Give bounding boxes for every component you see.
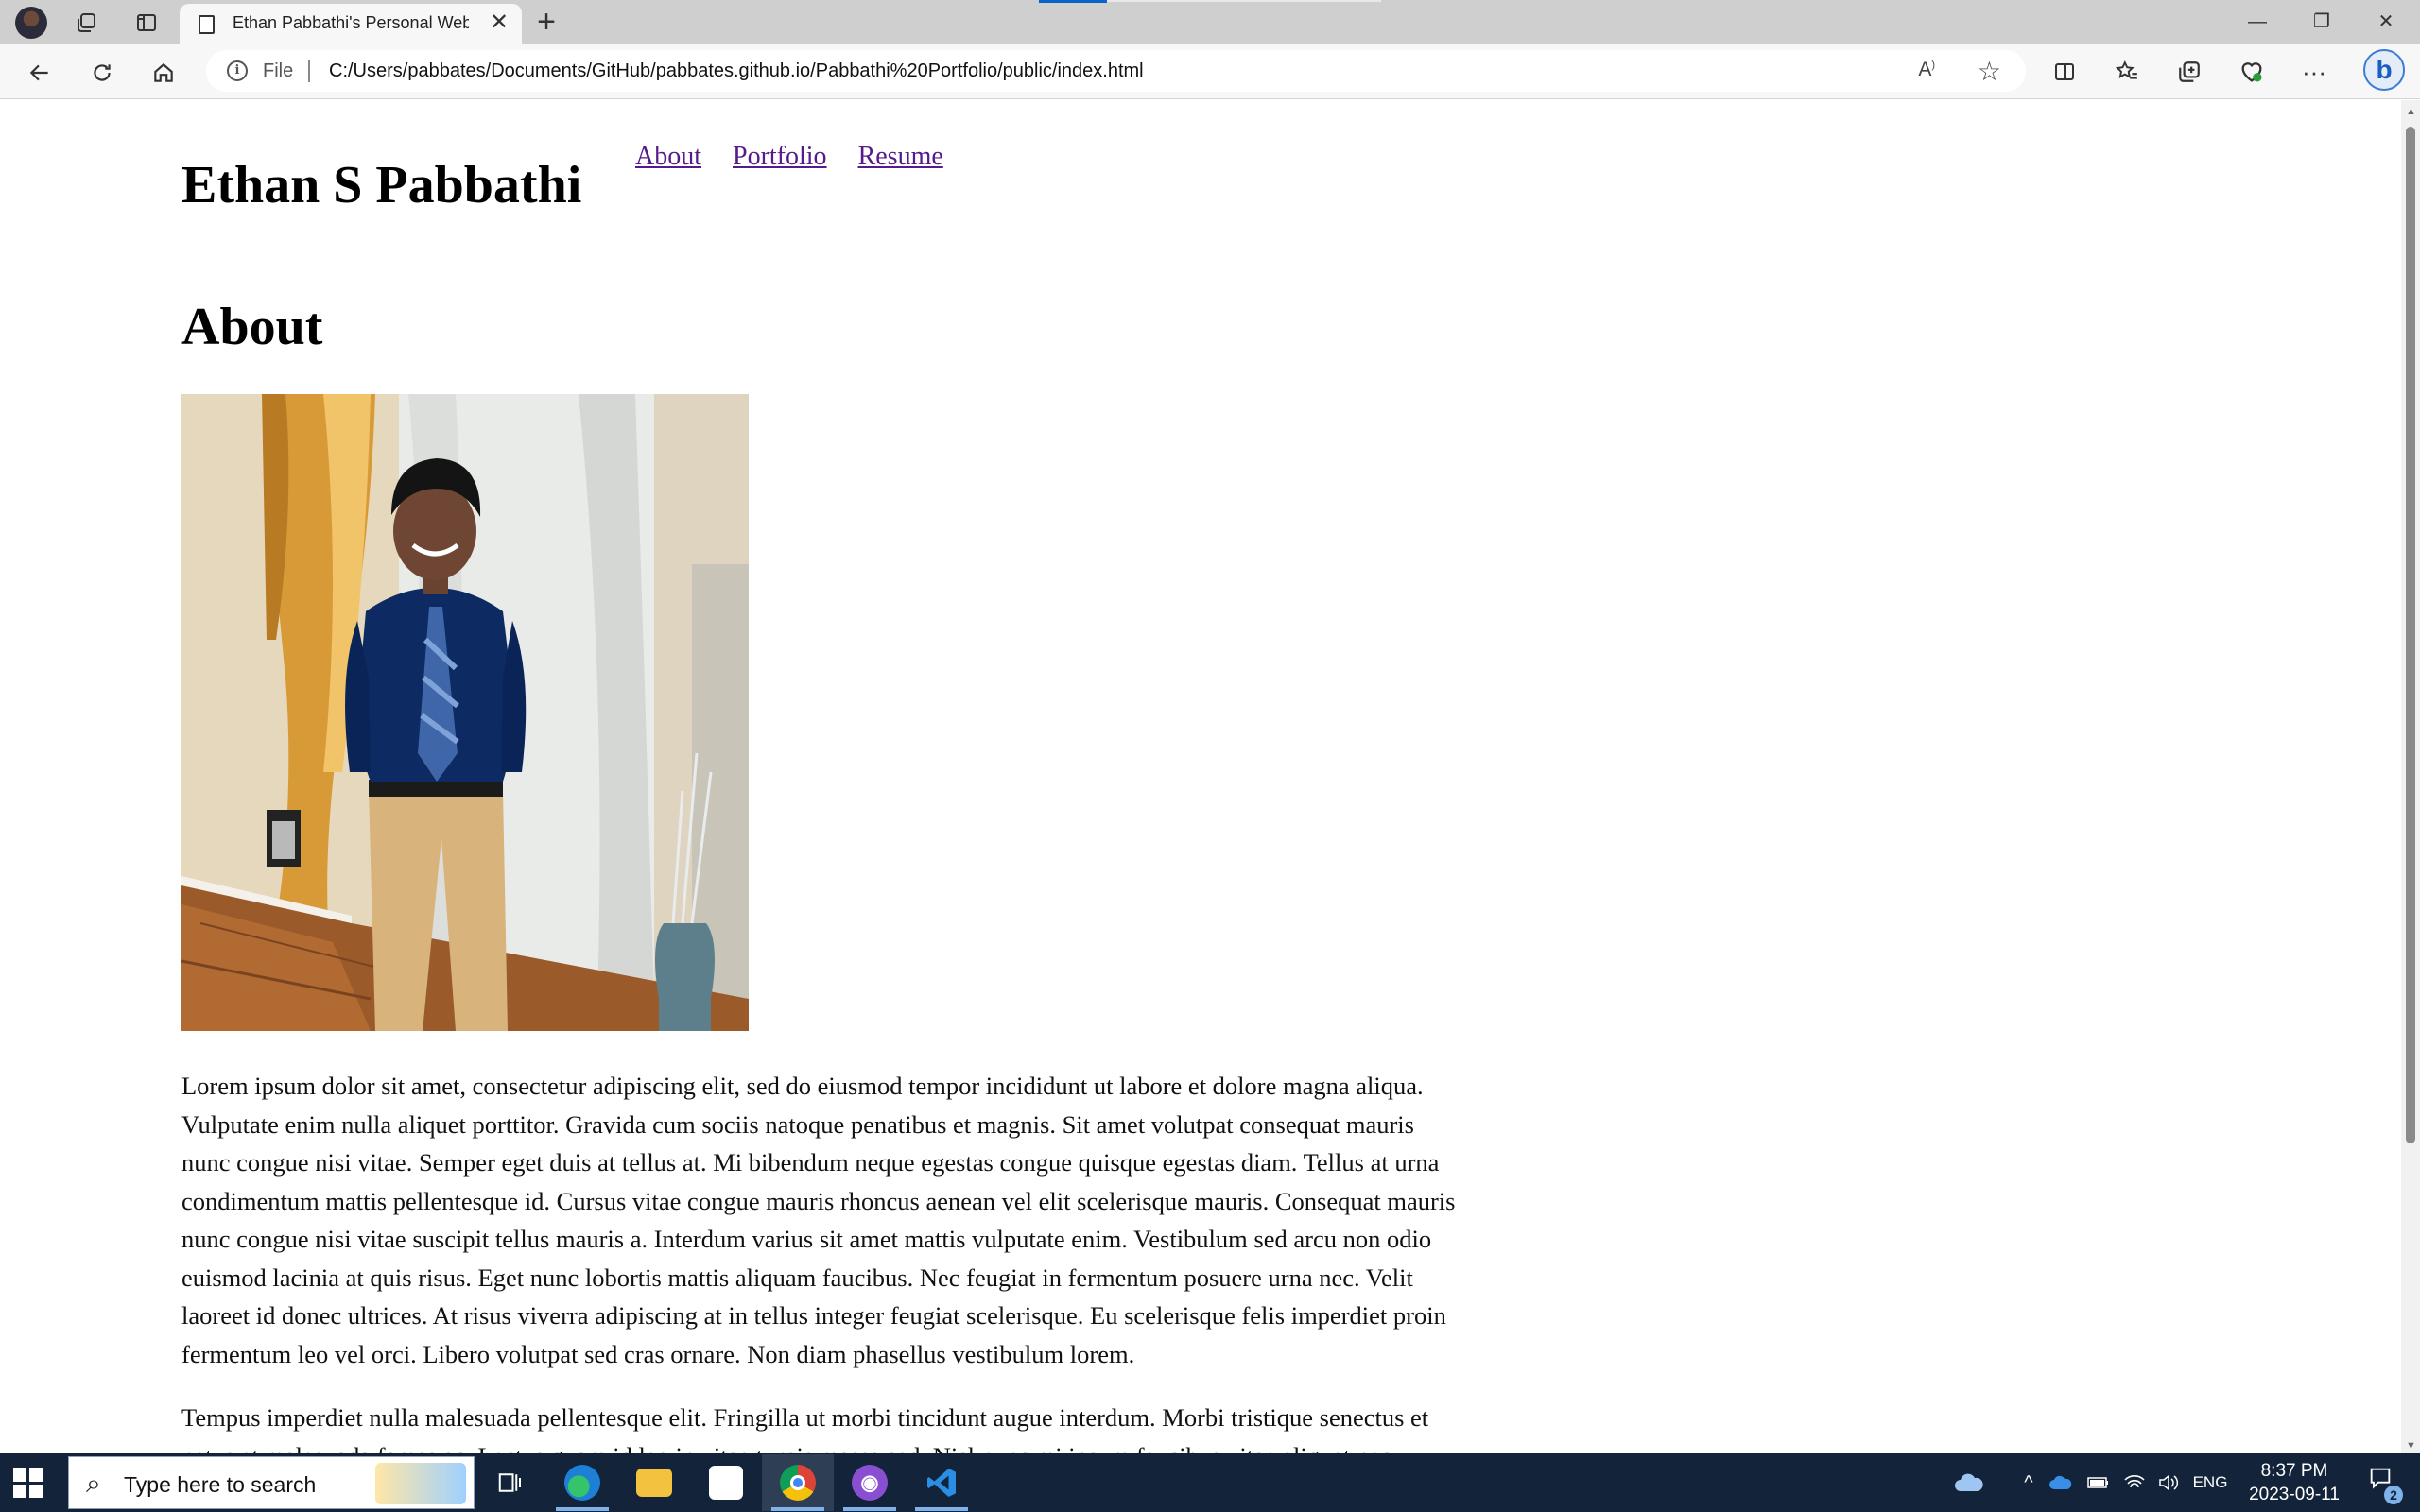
volume-icon[interactable] (2153, 1453, 2184, 1512)
browser-essentials-icon[interactable] (2233, 53, 2271, 91)
site-name: Ethan S Pabbathi (182, 156, 582, 215)
onedrive-icon[interactable] (1947, 1453, 1991, 1512)
tab-title: Ethan Pabbathi's Personal Websi (233, 13, 469, 32)
profile-avatar-icon[interactable] (15, 7, 47, 39)
favorites-icon[interactable] (2108, 53, 2146, 91)
back-icon[interactable] (21, 56, 59, 90)
wifi-icon[interactable] (2119, 1453, 2150, 1512)
refresh-icon[interactable] (83, 56, 121, 90)
task-view-icon[interactable] (475, 1454, 546, 1511)
home-icon[interactable] (145, 56, 182, 90)
language-indicator[interactable]: ENG (2191, 1453, 2229, 1512)
favorite-star-icon[interactable]: ☆ (1978, 56, 2001, 87)
vertical-tabs-icon[interactable] (130, 6, 164, 40)
address-bar[interactable]: i File C:/Users/pabbates/Documents/GitHu… (206, 50, 2026, 92)
search-highlight-image (375, 1463, 466, 1504)
browser-toolbar: i File C:/Users/pabbates/Documents/GitHu… (0, 44, 2420, 99)
chrome-icon[interactable] (762, 1454, 834, 1511)
notification-count: 2 (2384, 1486, 2403, 1504)
about-paragraph-2: Tempus imperdiet nulla malesuada pellent… (182, 1403, 1429, 1453)
nav-link-about[interactable]: About (635, 142, 701, 171)
page-viewport: Ethan S Pabbathi About Portfolio Resume … (0, 100, 2401, 1453)
tab-strip: Ethan Pabbathi's Personal Websi ✕ + — ❐ … (0, 0, 2420, 44)
github-desktop-icon[interactable]: ◉ (834, 1454, 906, 1511)
windows-start-icon[interactable] (13, 1468, 43, 1498)
store-icon[interactable] (690, 1454, 762, 1511)
minimize-button[interactable]: — (2237, 6, 2278, 38)
section-heading-about: About (182, 298, 323, 356)
read-aloud-icon[interactable]: A) (1918, 59, 1935, 81)
file-label: File (263, 60, 294, 81)
site-nav: About Portfolio Resume (635, 142, 968, 172)
address-separator (308, 60, 310, 82)
scroll-down-icon[interactable]: ▼ (2406, 1440, 2416, 1452)
tab-active[interactable]: Ethan Pabbathi's Personal Websi ✕ (180, 4, 522, 44)
profile-photo (182, 394, 749, 1031)
scroll-up-icon[interactable]: ▲ (2406, 106, 2416, 117)
taskbar-search[interactable]: ⌕ Type here to search (68, 1456, 475, 1509)
onedrive-sync-icon[interactable] (2046, 1453, 2076, 1512)
restore-button[interactable]: ❐ (2301, 6, 2342, 38)
more-icon[interactable]: ··· (2295, 53, 2333, 91)
close-tab-icon[interactable]: ✕ (488, 11, 510, 34)
loading-progress-track (1107, 0, 1381, 2)
scrollbar-thumb[interactable] (2406, 127, 2415, 1143)
about-paragraph-1: Lorem ipsum dolor sit amet, consectetur … (182, 1072, 1456, 1368)
nav-link-resume[interactable]: Resume (858, 142, 943, 171)
clock-date: 2023-09-11 (2249, 1485, 2340, 1504)
close-window-button[interactable]: ✕ (2365, 6, 2407, 38)
info-icon[interactable]: i (227, 60, 248, 81)
new-tab-button[interactable]: + (529, 6, 563, 38)
workspaces-icon[interactable] (70, 6, 104, 40)
file-explorer-icon[interactable] (618, 1454, 690, 1511)
notification-icon[interactable]: 2 (2361, 1465, 2403, 1504)
loading-progress (1039, 0, 1107, 3)
vscode-icon[interactable] (906, 1454, 977, 1511)
edge-icon[interactable] (546, 1454, 618, 1511)
page-scrollbar[interactable]: ▲ ▼ (2401, 100, 2420, 1453)
taskbar-clock[interactable]: 8:37 PM 2023-09-11 (2233, 1459, 2356, 1506)
url-text[interactable]: C:/Users/pabbates/Documents/GitHub/pabba… (329, 60, 1144, 82)
windows-taskbar: ⌕ Type here to search ◉ ^ ENG 8:37 PM 20… (0, 1453, 2420, 1512)
clock-time: 8:37 PM (2260, 1461, 2328, 1481)
bing-copilot-icon[interactable]: b (2363, 49, 2405, 91)
collections-icon[interactable] (2170, 53, 2208, 91)
split-screen-icon[interactable] (2046, 53, 2083, 91)
battery-icon[interactable] (2083, 1453, 2114, 1512)
nav-link-portfolio[interactable]: Portfolio (733, 142, 827, 171)
search-icon: ⌕ (86, 1469, 101, 1498)
chevron-up-icon[interactable]: ^ (2014, 1453, 2044, 1512)
search-placeholder: Type here to search (124, 1472, 317, 1497)
page-icon (199, 15, 215, 34)
